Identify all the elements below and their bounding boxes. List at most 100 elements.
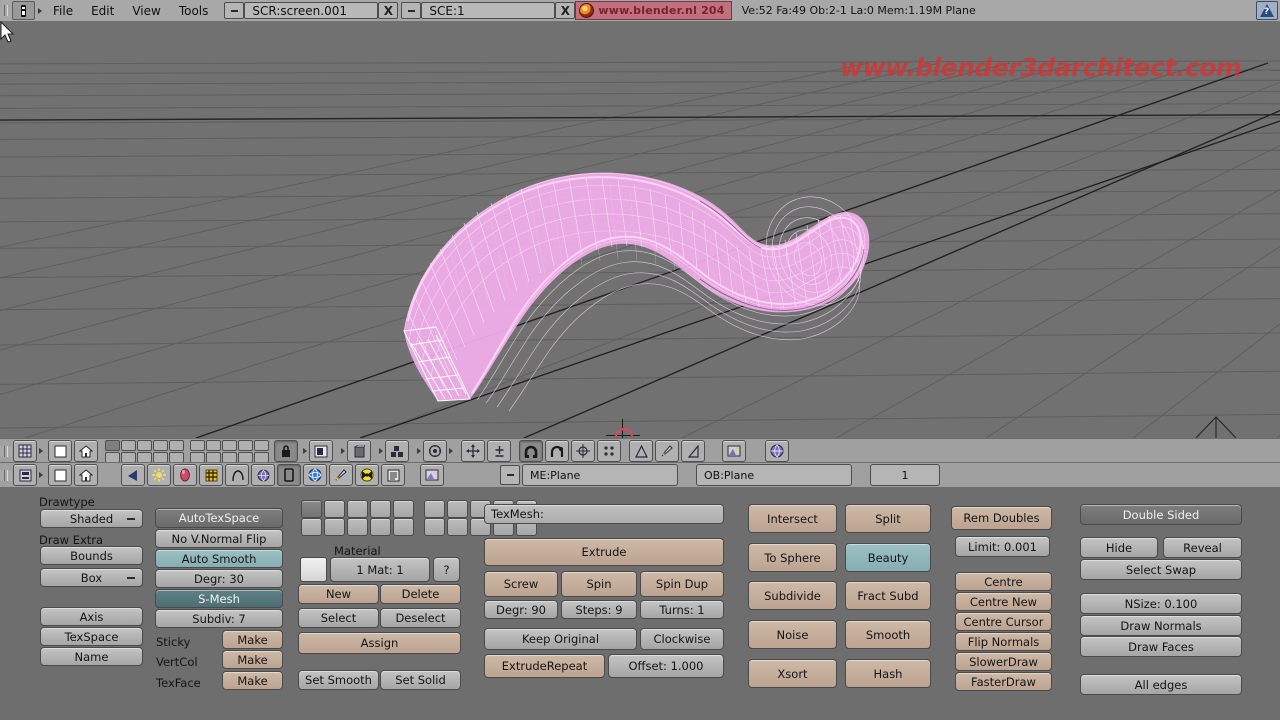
screen-delete-button[interactable]: X [378, 2, 399, 19]
view3d-header-handle[interactable] [0, 445, 12, 457]
double-sided-button[interactable]: Double Sided [1080, 504, 1242, 525]
cone-icon[interactable] [629, 440, 653, 462]
centre-cursor-button[interactable]: Centre Cursor [955, 612, 1052, 631]
slower-draw-button[interactable]: SlowerDraw [955, 652, 1052, 671]
nsize-slider[interactable]: NSize: 0.100 [1080, 593, 1242, 614]
buttons-window-type-icon[interactable] [13, 464, 37, 486]
intersect-button[interactable]: Intersect [748, 504, 837, 533]
name-button[interactable]: Name [40, 647, 143, 666]
keep-original-button[interactable]: Keep Original [484, 628, 637, 650]
viewmode-editmode-icon[interactable] [385, 440, 409, 462]
menu-view[interactable]: View [123, 0, 169, 21]
material-index-field[interactable]: 1 Mat: 1 [330, 557, 430, 582]
degr-slider[interactable]: Degr: 30 [155, 569, 283, 588]
centre-button[interactable]: Centre [955, 572, 1052, 591]
object-name-field[interactable]: OB:Plane [696, 464, 852, 486]
help-question-icon[interactable] [1256, 1, 1278, 20]
buttons-type-arrow-icon[interactable] [38, 469, 44, 481]
centre-new-button[interactable]: Centre New [955, 592, 1052, 611]
screw-button[interactable]: Screw [484, 571, 558, 597]
fract-subd-button[interactable]: Fract Subd [845, 581, 931, 610]
axis-button[interactable]: Axis [40, 607, 143, 626]
display-icon[interactable] [420, 464, 444, 486]
translate-manipulator-icon[interactable] [461, 440, 485, 462]
window-type-arrow-icon[interactable] [35, 0, 44, 21]
lamp-icon[interactable] [121, 464, 145, 486]
limit-slider[interactable]: Limit: 0.001 [955, 536, 1050, 557]
no-v-normal-flip-button[interactable]: No V.Normal Flip [155, 529, 283, 548]
buttons-header-handle[interactable] [0, 469, 12, 481]
mesh-name-field[interactable]: ME:Plane [522, 464, 678, 486]
maximize-window-icon-2[interactable] [48, 464, 72, 486]
proportional-edit-icon[interactable] [597, 440, 621, 462]
spin-steps-slider[interactable]: Steps: 9 [561, 600, 637, 619]
menu-file[interactable]: File [44, 0, 82, 21]
extrude-button[interactable]: Extrude [484, 538, 724, 566]
beauty-button[interactable]: Beauty [845, 543, 931, 572]
faster-draw-button[interactable]: FasterDraw [955, 672, 1052, 691]
reveal-button[interactable]: Reveal [1163, 537, 1242, 558]
texture-icon[interactable] [199, 464, 223, 486]
spin-turns-slider[interactable]: Turns: 1 [640, 600, 724, 619]
vertexpaint-arrow-icon[interactable] [416, 445, 422, 457]
spin-button[interactable]: Spin [561, 571, 637, 597]
lock-icon[interactable] [274, 440, 298, 462]
screen-menu-icon[interactable] [224, 2, 245, 19]
vertcol-make-button[interactable]: Make [222, 650, 283, 669]
hide-button[interactable]: Hide [1080, 537, 1158, 558]
material-new-button[interactable]: New [298, 584, 379, 604]
editmode-arrow-icon[interactable] [378, 445, 384, 457]
to-sphere-button[interactable]: To Sphere [748, 543, 837, 572]
bounds-type-dropdown[interactable]: Box [40, 568, 143, 587]
clockwise-button[interactable]: Clockwise [640, 628, 724, 650]
xsort-button[interactable]: Xsort [748, 659, 837, 688]
edit-pencil-icon[interactable] [329, 464, 353, 486]
radiosity-icon[interactable] [355, 464, 379, 486]
scene-name-field[interactable]: SCE:1 [421, 2, 556, 19]
render-preview-icon[interactable] [722, 440, 746, 462]
magnet-snap-alt-icon[interactable] [545, 440, 569, 462]
auto-tex-space-button[interactable]: AutoTexSpace [155, 508, 283, 528]
viewmode-solid-icon[interactable] [347, 440, 371, 462]
material-color-swatch[interactable] [300, 557, 327, 582]
scene-delete-button[interactable]: X [555, 2, 576, 19]
material-assign-button[interactable]: Assign [298, 632, 461, 654]
mesh-menu-icon[interactable] [500, 465, 520, 485]
subdiv-slider[interactable]: Subdiv: 7 [155, 609, 283, 628]
sticky-make-button[interactable]: Make [222, 630, 283, 649]
material-delete-button[interactable]: Delete [380, 584, 461, 604]
view3d-window-type-icon[interactable] [13, 440, 37, 462]
material-select-button[interactable]: Select [298, 608, 379, 628]
script-icon[interactable] [381, 464, 405, 486]
window-type-icon[interactable] [12, 1, 35, 20]
globe-icon[interactable] [765, 440, 789, 462]
physics-icon[interactable] [303, 464, 327, 486]
smooth-button[interactable]: Smooth [845, 620, 931, 649]
set-smooth-button[interactable]: Set Smooth [298, 670, 379, 690]
noise-button[interactable]: Noise [748, 620, 837, 649]
viewmode-arrow-icon[interactable] [302, 445, 308, 457]
maximize-window-icon[interactable] [48, 440, 72, 462]
auto-smooth-button[interactable]: Auto Smooth [155, 549, 283, 568]
bounds-button[interactable]: Bounds [40, 546, 143, 565]
home-icon-2[interactable] [74, 464, 98, 486]
triangle-icon[interactable] [681, 440, 705, 462]
view3d-type-arrow-icon[interactable] [38, 445, 44, 457]
draw-normals-button[interactable]: Draw Normals [1080, 615, 1242, 636]
all-edges-button[interactable]: All edges [1080, 674, 1242, 695]
screen-name-field[interactable]: SCR:screen.001 [244, 2, 379, 19]
s-mesh-button[interactable]: S-Mesh [155, 589, 283, 608]
offset-slider[interactable]: Offset: 1.000 [608, 654, 724, 678]
drawtype-dropdown[interactable]: Shaded [40, 509, 143, 528]
texspace-button[interactable]: TexSpace [40, 627, 143, 646]
split-button[interactable]: Split [845, 504, 931, 533]
viewmode-object-icon[interactable] [309, 440, 333, 462]
spin-dup-button[interactable]: Spin Dup [640, 571, 724, 597]
extrude-repeat-button[interactable]: ExtrudeRepeat [484, 654, 605, 678]
spin-degr-slider[interactable]: Degr: 90 [484, 600, 558, 619]
world-icon[interactable] [251, 464, 275, 486]
subdivide-button[interactable]: Subdivide [748, 581, 837, 610]
menu-tools[interactable]: Tools [170, 0, 218, 21]
select-swap-button[interactable]: Select Swap [1080, 559, 1242, 580]
draw-faces-button[interactable]: Draw Faces [1080, 636, 1242, 657]
